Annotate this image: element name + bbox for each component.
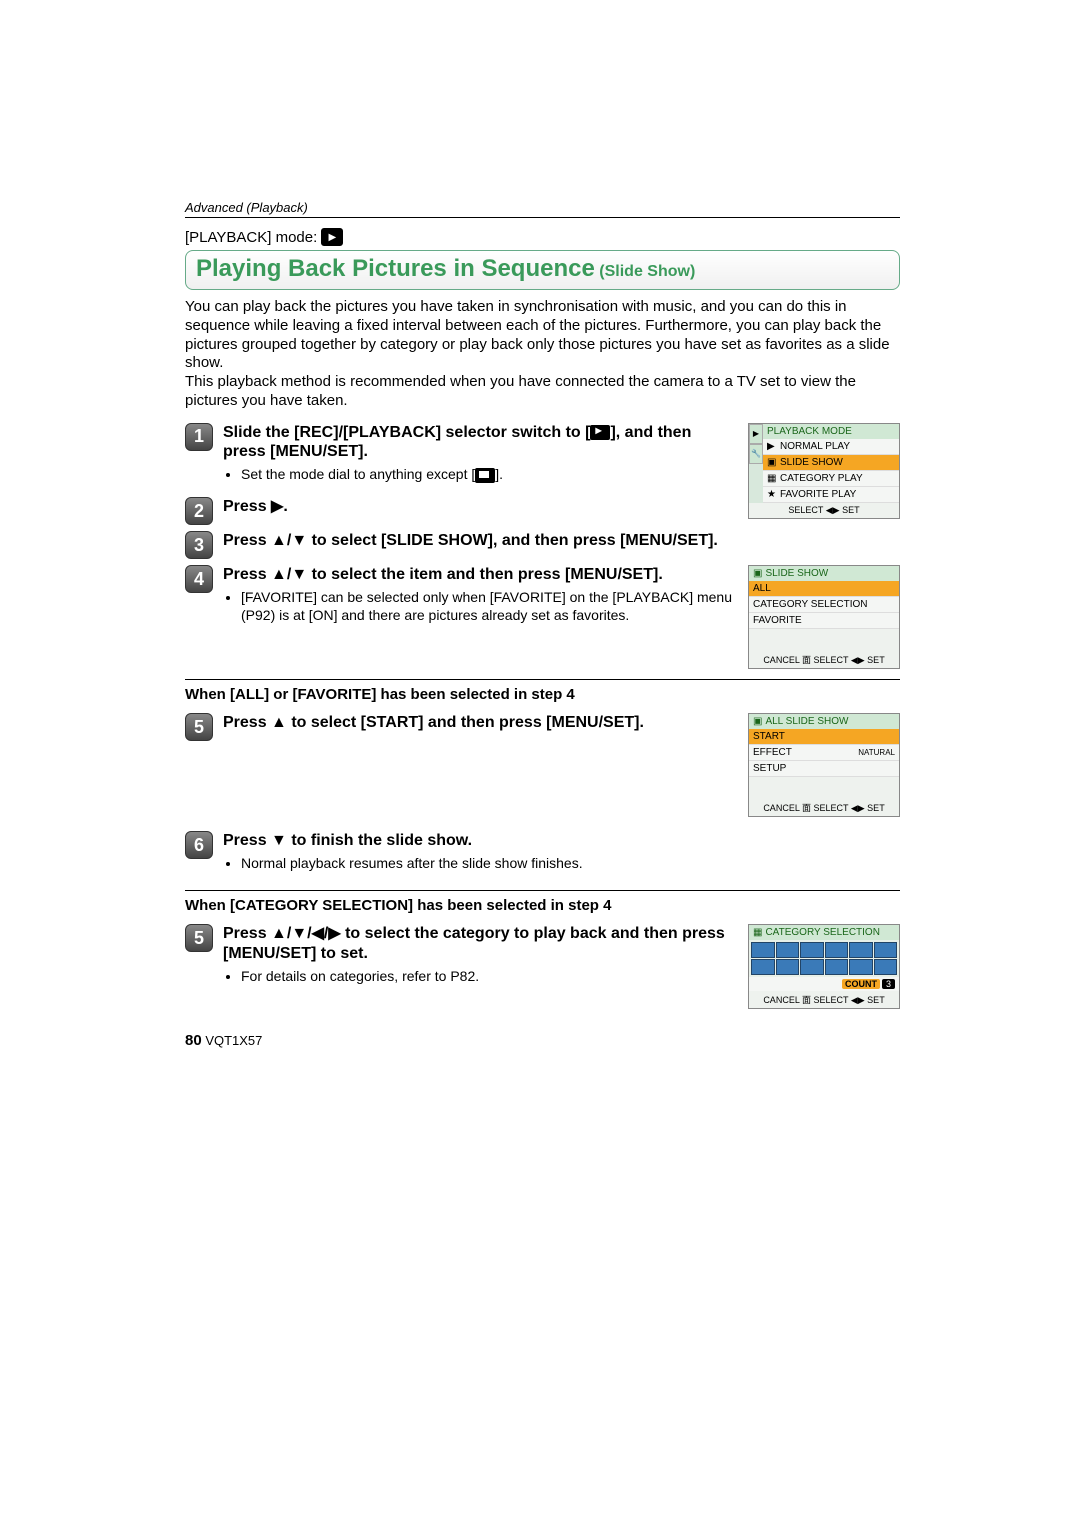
section-header: Advanced (Playback) [185,200,900,218]
page-subtitle: (Slide Show) [595,263,695,280]
step-4: 4 Press ▲/▼ to select the item and then … [185,565,738,633]
sc-item-selected: ▣SLIDE SHOW [763,455,899,471]
sc-header: ▣SLIDE SHOW [749,566,899,581]
sc-item: FAVORITE [749,613,899,629]
page-number: 80 [185,1032,202,1049]
step-5b-title: Press ▲/▼/◀/▶ to select the category to … [223,924,738,962]
step-4-bullet: [FAVORITE] can be selected only when [FA… [241,588,738,624]
category-grid [749,940,899,977]
divider [185,890,900,891]
mode-label: [PLAYBACK] mode: [185,229,317,246]
sc-header: ▦CATEGORY SELECTION [749,925,899,940]
sc-footer: CANCEL 面 SELECT ◀▶ SET [749,799,899,816]
step-6-title: Press ▼ to finish the slide show. [223,831,900,850]
count-row: COUNT 3 [749,977,899,991]
step-1-bullet: Set the mode dial to anything except []. [241,465,738,483]
step-5: 5 Press ▲ to select [START] and then pre… [185,713,738,741]
sc-item: ▶NORMAL PLAY [763,439,899,455]
tab-icon: 🔧 [749,444,763,464]
step-2: 2 Press ▶. [185,497,738,525]
step-badge-5b: 5 [185,924,213,952]
page-title: Playing Back Pictures in Sequence [196,255,595,282]
step-2-title: Press ▶. [223,497,738,516]
step-badge-5: 5 [185,713,213,741]
step-badge-6: 6 [185,831,213,859]
screenshot-all-slide-show: ▣ALL SLIDE SHOW START EFFECTNATURAL SETU… [748,713,900,817]
step-1-title-a: Slide the [REC]/[PLAYBACK] selector swit… [223,424,590,441]
playback-mode-icon [590,425,610,440]
step-5-title: Press ▲ to select [START] and then press… [223,713,738,732]
playback-icon: ▶ [321,228,343,246]
sc-header: ▣ALL SLIDE SHOW [749,714,899,729]
screenshot-playback-mode: ▶ 🔧 PLAYBACK MODE ▶NORMAL PLAY ▣SLIDE SH… [748,423,900,519]
sc-header: PLAYBACK MODE [763,424,899,439]
step-badge-4: 4 [185,565,213,593]
step-4-title: Press ▲/▼ to select the item and then pr… [223,565,738,584]
clipboard-icon [475,468,495,483]
sc-item: ▦CATEGORY PLAY [763,471,899,487]
step-5b-bullet: For details on categories, refer to P82. [241,967,738,985]
sc-item-selected: START [749,729,899,745]
mode-line: [PLAYBACK] mode: ▶ [185,228,900,246]
step-1: 1 Slide the [REC]/[PLAYBACK] selector sw… [185,423,738,492]
step-badge-1: 1 [185,423,213,451]
divider [185,679,900,680]
subsection-category: When [CATEGORY SELECTION] has been selec… [185,897,900,914]
doc-id: VQT1X57 [205,1033,262,1048]
sc-item: ★FAVORITE PLAY [763,487,899,503]
intro-text: You can play back the pictures you have … [185,298,900,411]
page-title-box: Playing Back Pictures in Sequence (Slide… [185,250,900,290]
sc-item: CATEGORY SELECTION [749,597,899,613]
screenshot-category-selection: ▦CATEGORY SELECTION COUNT 3 CANCEL 面 SEL… [748,924,900,1009]
sc-item: SETUP [749,761,899,777]
sc-item: EFFECTNATURAL [749,745,899,761]
step-badge-3: 3 [185,531,213,559]
subsection-all-favorite: When [ALL] or [FAVORITE] has been select… [185,686,900,703]
page-footer: 80 VQT1X57 [185,1032,262,1049]
step-6: 6 Press ▼ to finish the slide show. Norm… [185,831,900,880]
step-badge-2: 2 [185,497,213,525]
tab-icon: ▶ [749,424,763,444]
step-3-title: Press ▲/▼ to select [SLIDE SHOW], and th… [223,531,900,550]
step-5b: 5 Press ▲/▼/◀/▶ to select the category t… [185,924,738,993]
sc-footer: SELECT ◀▶ SET [749,503,899,518]
screenshot-slide-show: ▣SLIDE SHOW ALL CATEGORY SELECTION FAVOR… [748,565,900,669]
step-3: 3 Press ▲/▼ to select [SLIDE SHOW], and … [185,531,900,559]
sc-item-selected: ALL [749,581,899,597]
step-6-bullet: Normal playback resumes after the slide … [241,854,900,872]
sc-footer: CANCEL 面 SELECT ◀▶ SET [749,991,899,1008]
sc-footer: CANCEL 面 SELECT ◀▶ SET [749,651,899,668]
